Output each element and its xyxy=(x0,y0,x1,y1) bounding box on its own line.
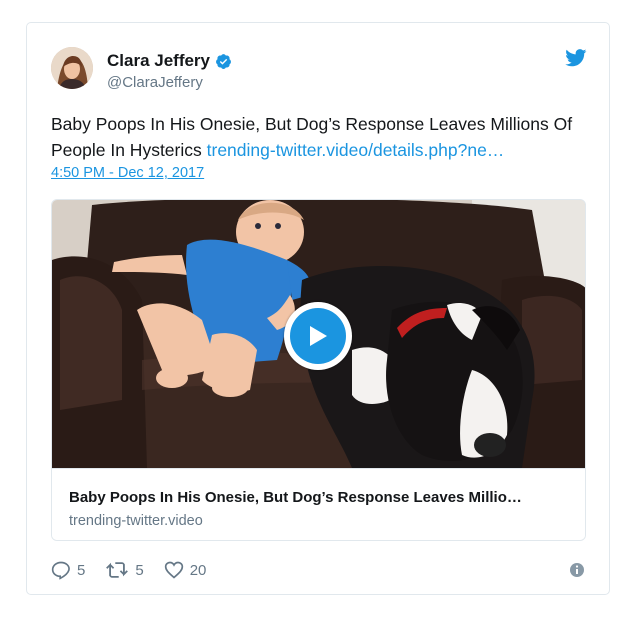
info-icon[interactable] xyxy=(569,562,585,578)
like-count: 20 xyxy=(189,561,207,579)
media-card-domain: trending-twitter.video xyxy=(69,513,203,529)
display-name[interactable]: Clara Jeffery xyxy=(107,51,232,71)
verified-badge-icon xyxy=(216,53,231,69)
display-name-text: Clara Jeffery xyxy=(107,51,211,70)
author-block[interactable]: Clara Jeffery @ClaraJeffery xyxy=(107,51,232,91)
tweet-timestamp[interactable]: 4:50 PM - Dec 12, 2017 xyxy=(51,165,204,181)
twitter-bird-icon[interactable] xyxy=(565,49,587,67)
retweet-icon xyxy=(106,562,129,578)
like-action[interactable]: 20 xyxy=(164,560,207,580)
tweet-actions: 5 5 20 xyxy=(51,559,206,581)
media-card-title[interactable]: Baby Poops In His Onesie, But Dog’s Resp… xyxy=(69,489,569,506)
play-icon xyxy=(310,326,327,346)
user-handle[interactable]: @ClaraJeffery xyxy=(107,74,232,91)
media-card-footer[interactable]: Baby Poops In His Onesie, But Dog’s Resp… xyxy=(52,468,585,540)
reply-icon xyxy=(51,561,70,580)
reply-action[interactable]: 5 xyxy=(51,560,85,580)
play-button[interactable] xyxy=(284,302,352,370)
tweet-text: Baby Poops In His Onesie, But Dog’s Resp… xyxy=(51,111,591,163)
tweet-link[interactable]: trending-twitter.video/details.php?ne… xyxy=(207,140,505,160)
retweet-count: 5 xyxy=(135,561,144,579)
media-card[interactable]: Baby Poops In His Onesie, But Dog’s Resp… xyxy=(51,199,586,541)
play-button-inner xyxy=(290,308,346,364)
heart-icon xyxy=(164,561,183,579)
avatar[interactable] xyxy=(51,47,93,89)
tweet-embed-card[interactable]: Clara Jeffery @ClaraJeffery Baby Poops I… xyxy=(26,22,610,595)
retweet-action[interactable]: 5 xyxy=(105,560,144,580)
reply-count: 5 xyxy=(77,561,86,579)
